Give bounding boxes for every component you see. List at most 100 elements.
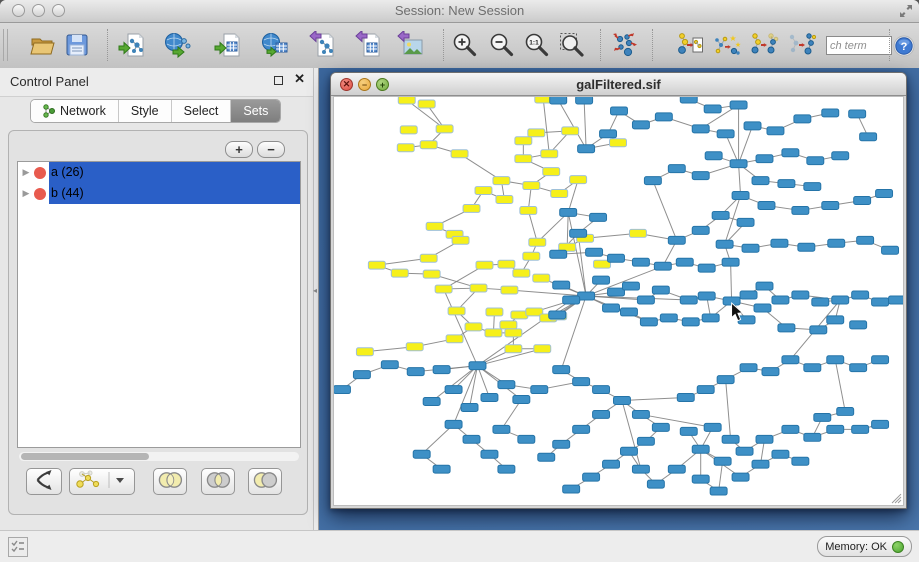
import-table-file-button[interactable] <box>212 28 244 62</box>
zoom-selected-icon <box>558 31 586 59</box>
graph-node-blue <box>611 107 628 115</box>
open-file-button[interactable] <box>26 28 58 62</box>
svg-text:1:1: 1:1 <box>529 40 539 47</box>
graph-node-blue <box>857 236 874 244</box>
graph-node-blue <box>740 291 757 299</box>
intersect-sets-button[interactable] <box>201 468 235 495</box>
graph-node-blue <box>704 105 721 113</box>
graph-node-blue <box>647 480 664 488</box>
export-table-button[interactable] <box>352 28 384 62</box>
graph-node-blue <box>807 157 824 165</box>
graph-node-blue <box>620 447 637 455</box>
network-view-window[interactable]: ✕ − + galFiltered.sif <box>330 72 907 509</box>
graph-node-yellow <box>513 269 530 277</box>
graph-node-blue <box>804 364 821 372</box>
import-network-web-button[interactable] <box>162 28 194 62</box>
tab-style[interactable]: Style <box>119 100 172 122</box>
graph-node-blue <box>668 465 685 473</box>
search-input[interactable] <box>826 36 892 55</box>
import-network-file-button[interactable] <box>116 28 148 62</box>
zoom-selected-button[interactable] <box>556 28 588 62</box>
close-panel-button[interactable]: ✕ <box>294 71 305 87</box>
export-image-button[interactable] <box>394 28 426 62</box>
graph-node-yellow <box>505 345 522 353</box>
graph-node-blue <box>622 282 639 290</box>
graph-node-yellow <box>533 274 550 282</box>
graph-node-blue <box>632 410 649 418</box>
graph-node-blue <box>381 361 398 369</box>
graph-node-blue <box>792 457 809 465</box>
graph-node-blue <box>889 296 903 304</box>
graph-node-yellow <box>436 125 453 133</box>
graph-node-blue <box>668 165 685 173</box>
main-area: Control Panel ✕ Network Style Select Set… <box>0 68 919 530</box>
create-set-from-selection-button[interactable] <box>26 468 62 495</box>
zoom-in-button[interactable] <box>449 28 481 62</box>
tab-select[interactable]: Select <box>172 100 232 122</box>
sets-list[interactable]: ▶ a (26) ▶ b (44) <box>17 161 301 448</box>
first-neighbors-button[interactable] <box>749 28 781 62</box>
fullscreen-icon[interactable] <box>899 4 913 18</box>
tab-label: Style <box>131 104 159 118</box>
graph-node-blue <box>677 394 694 402</box>
graph-node-blue <box>600 130 617 138</box>
set-row-a[interactable]: ▶ a (26) <box>18 162 300 183</box>
toolbar-drag-handle[interactable] <box>3 29 8 61</box>
graph-node-blue <box>756 282 773 290</box>
save-icon <box>63 31 91 59</box>
network-window-titlebar[interactable]: ✕ − + galFiltered.sif <box>331 73 906 96</box>
collapse-panel-arrow[interactable]: ◂ <box>313 286 317 295</box>
graph-node-blue <box>603 304 620 312</box>
zoom-out-icon <box>488 31 516 59</box>
zoom-actual-size-button[interactable]: 1:1 <box>521 28 553 62</box>
graph-node-blue <box>754 304 771 312</box>
import-table-web-icon <box>261 31 289 59</box>
graph-node-yellow <box>465 323 482 331</box>
union-sets-button[interactable] <box>153 468 187 495</box>
graph-node-blue <box>692 125 709 133</box>
apply-layout-button[interactable] <box>609 28 641 62</box>
network-from-selection-file-button[interactable] <box>674 28 706 62</box>
task-history-button[interactable] <box>8 537 28 557</box>
export-network-button[interactable] <box>306 28 338 62</box>
graph-node-blue <box>762 368 779 376</box>
memory-status-button[interactable]: Memory: OK <box>817 536 912 557</box>
graph-node-blue <box>692 445 709 453</box>
graph-node-blue <box>407 368 424 376</box>
extract-set-split-button[interactable] <box>69 468 135 495</box>
select-from-network-button[interactable]: ★ ★ <box>711 28 743 62</box>
tab-network[interactable]: Network <box>31 100 119 122</box>
graph-node-blue <box>550 97 567 104</box>
remove-set-button[interactable]: − <box>257 141 285 158</box>
graph-node-blue <box>852 291 869 299</box>
resize-grip-icon[interactable] <box>892 494 901 503</box>
graph-node-blue <box>717 130 734 138</box>
graph-node-yellow <box>486 308 503 316</box>
graph-node-blue <box>640 318 657 326</box>
horizontal-scrollbar[interactable] <box>19 452 299 461</box>
zoom-out-button[interactable] <box>486 28 518 62</box>
difference-sets-button[interactable] <box>248 468 282 495</box>
graph-node-blue <box>702 314 719 322</box>
help-button[interactable]: ? <box>893 35 915 57</box>
add-set-button[interactable]: + <box>225 141 253 158</box>
export-image-icon <box>396 31 424 59</box>
disclosure-triangle-icon[interactable]: ▶ <box>18 167 34 178</box>
graph-node-blue <box>553 440 570 448</box>
svg-text:?: ? <box>901 41 908 53</box>
set-row-b[interactable]: ▶ b (44) <box>18 183 300 204</box>
graph-node-yellow <box>448 307 465 315</box>
graph-node-yellow <box>406 343 423 351</box>
scrollbar-thumb[interactable] <box>21 453 149 460</box>
graph-node-blue <box>498 381 515 389</box>
hide-unselected-button[interactable] <box>786 28 818 62</box>
disclosure-triangle-icon[interactable]: ▶ <box>18 188 34 199</box>
network-canvas[interactable] <box>334 97 903 505</box>
float-panel-button[interactable] <box>274 76 283 85</box>
main-toolbar: 1:1 <box>0 23 919 69</box>
application-window: Session: New Session <box>0 0 919 562</box>
save-session-button[interactable] <box>61 28 93 62</box>
import-table-web-button[interactable] <box>259 28 291 62</box>
export-table-icon <box>354 31 382 59</box>
tab-sets[interactable]: Sets <box>231 100 280 122</box>
